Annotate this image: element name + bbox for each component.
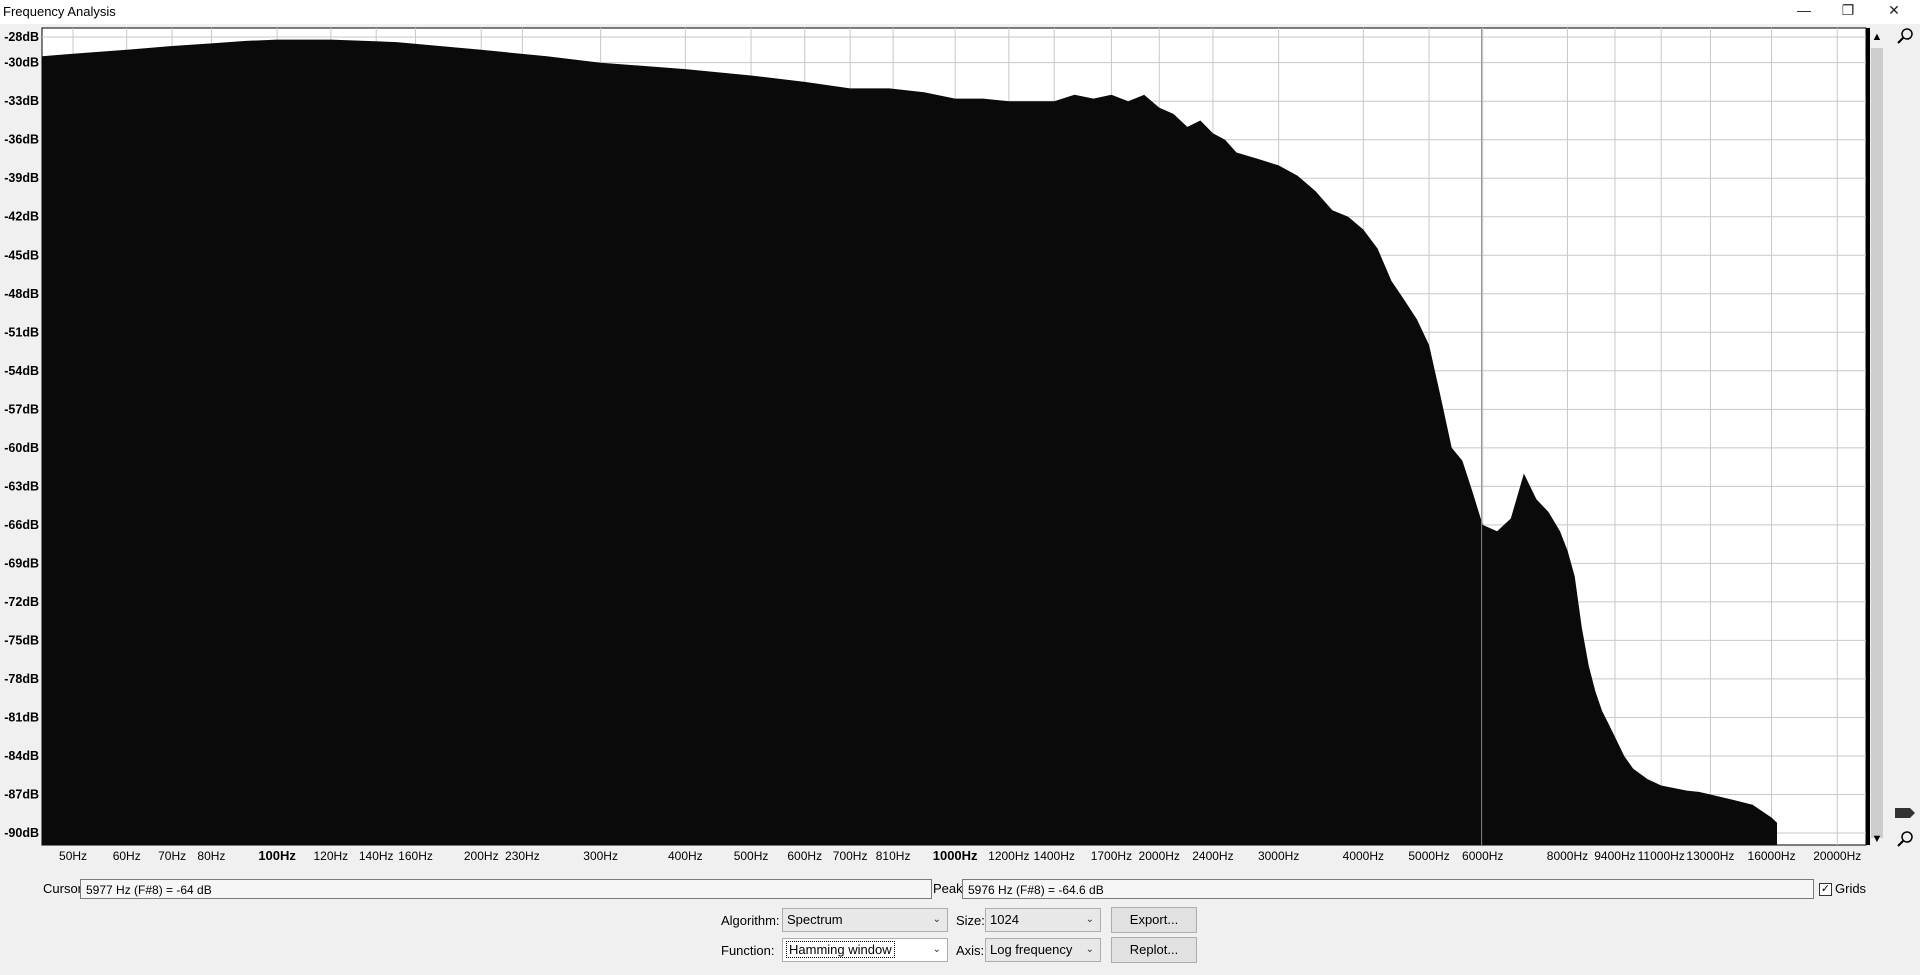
- chevron-down-icon: ⌄: [932, 914, 941, 925]
- algorithm-label: Algorithm:: [721, 913, 780, 928]
- plot-right-border: [1866, 28, 1870, 845]
- y-tick-label: -60dB: [4, 441, 39, 455]
- x-tick-label: 13000Hz: [1686, 849, 1734, 863]
- y-tick-label: -36dB: [4, 133, 39, 147]
- axis-label: Axis:: [956, 943, 985, 958]
- y-tick-label: -66dB: [4, 518, 39, 532]
- x-tick-label: 200Hz: [464, 849, 499, 863]
- zoom-slider-handle[interactable]: [1895, 808, 1915, 818]
- x-tick-label: 500Hz: [734, 849, 769, 863]
- y-tick-label: -63dB: [4, 479, 39, 493]
- x-tick-label: 160Hz: [398, 849, 433, 863]
- x-tick-label: 230Hz: [505, 849, 540, 863]
- x-tick-label: 810Hz: [876, 849, 911, 863]
- y-tick-label: -90dB: [4, 826, 39, 840]
- y-tick-label: -42dB: [4, 210, 39, 224]
- x-tick-label: 6000Hz: [1462, 849, 1503, 863]
- title-bar: Frequency Analysis — ❐ ✕: [0, 0, 1920, 24]
- axis-select[interactable]: Log frequency ⌄: [985, 938, 1101, 962]
- y-tick-label: -69dB: [4, 556, 39, 570]
- chevron-down-icon: ⌄: [1085, 944, 1094, 955]
- y-axis: -28dB -30dB -33dB -36dB -39dB -42dB -45dB -48dB…: [4, 30, 39, 840]
- window-title: Frequency Analysis: [3, 4, 116, 19]
- scroll-up-icon[interactable]: ▲: [1872, 31, 1883, 43]
- x-tick-label: 2000Hz: [1139, 849, 1180, 863]
- function-label: Function:: [721, 943, 775, 958]
- y-tick-label: -72dB: [4, 595, 39, 609]
- x-tick-label: 11000Hz: [1638, 849, 1685, 863]
- peak-readout-field: 5976 Hz (F#8) = -64.6 dB: [962, 879, 1814, 899]
- y-tick-label: -30dB: [4, 56, 39, 70]
- x-tick-label: 120Hz: [313, 849, 348, 863]
- y-tick-label: -54dB: [4, 364, 39, 378]
- x-tick-label: 4000Hz: [1343, 849, 1384, 863]
- export-button[interactable]: Export...: [1111, 907, 1197, 933]
- size-value: 1024: [990, 912, 1019, 927]
- zoom-out-icon[interactable]: [1897, 831, 1913, 847]
- x-tick-label: 8000Hz: [1547, 849, 1588, 863]
- x-tick-label: 20000Hz: [1813, 849, 1861, 863]
- y-tick-label: -39dB: [4, 171, 39, 185]
- scroll-down-icon[interactable]: ▼: [1872, 833, 1883, 845]
- x-tick-label: 16000Hz: [1748, 849, 1796, 863]
- y-tick-label: -57dB: [4, 402, 39, 416]
- y-tick-label: -45dB: [4, 248, 39, 262]
- vertical-scrollbar[interactable]: [1871, 48, 1883, 838]
- x-tick-label: 3000Hz: [1258, 849, 1299, 863]
- x-tick-label: 1000Hz: [933, 848, 978, 863]
- y-tick-label: -33dB: [4, 94, 39, 108]
- spectrum-chart[interactable]: -28dB -30dB -33dB -36dB -39dB -42dB -45dB -48dB…: [0, 24, 1920, 879]
- close-icon[interactable]: ✕: [1876, 0, 1912, 22]
- x-tick-label: 1200Hz: [988, 849, 1029, 863]
- x-tick-label: 50Hz: [59, 849, 87, 863]
- x-tick-label: 400Hz: [668, 849, 703, 863]
- grids-label[interactable]: Grids: [1835, 881, 1866, 896]
- x-tick-label: 1400Hz: [1034, 849, 1075, 863]
- x-tick-label: 140Hz: [359, 849, 394, 863]
- x-tick-label: 100Hz: [258, 848, 296, 863]
- minimize-icon[interactable]: —: [1786, 0, 1822, 22]
- frequency-plot: -28dB -30dB -33dB -36dB -39dB -42dB -45dB -48dB…: [0, 24, 1920, 879]
- size-select[interactable]: 1024 ⌄: [985, 908, 1101, 932]
- grids-checkbox[interactable]: ✓: [1819, 883, 1832, 896]
- zoom-in-icon[interactable]: [1897, 28, 1913, 44]
- y-tick-label: -81dB: [4, 710, 39, 724]
- replot-button[interactable]: Replot...: [1111, 937, 1197, 963]
- y-tick-label: -48dB: [4, 287, 39, 301]
- x-tick-label: 80Hz: [197, 849, 225, 863]
- cursor-readout-field: 5977 Hz (F#8) = -64 dB: [80, 879, 932, 899]
- y-tick-label: -84dB: [4, 749, 39, 763]
- x-tick-label: 600Hz: [787, 849, 822, 863]
- x-tick-label: 300Hz: [583, 849, 618, 863]
- axis-value: Log frequency: [990, 942, 1073, 957]
- y-tick-label: -51dB: [4, 325, 39, 339]
- y-tick-label: -87dB: [4, 787, 39, 801]
- y-tick-label: -75dB: [4, 633, 39, 647]
- y-tick-label: -28dB: [4, 30, 39, 44]
- function-value: Hamming window: [786, 941, 895, 958]
- restore-icon[interactable]: ❐: [1830, 0, 1866, 22]
- x-tick-label: 2400Hz: [1192, 849, 1233, 863]
- x-tick-label: 700Hz: [833, 849, 868, 863]
- chevron-down-icon: ⌄: [1085, 914, 1094, 925]
- x-axis: 50Hz 60Hz 70Hz 80Hz 100Hz 120Hz 140Hz 160Hz 200H…: [59, 848, 1861, 863]
- x-tick-label: 60Hz: [113, 849, 141, 863]
- x-tick-label: 70Hz: [158, 849, 186, 863]
- algorithm-value: Spectrum: [787, 912, 843, 927]
- x-tick-label: 9400Hz: [1594, 849, 1635, 863]
- x-tick-label: 1700Hz: [1091, 849, 1132, 863]
- y-tick-label: -78dB: [4, 672, 39, 686]
- size-label: Size:: [956, 913, 985, 928]
- algorithm-select[interactable]: Spectrum ⌄: [782, 908, 948, 932]
- x-tick-label: 5000Hz: [1408, 849, 1449, 863]
- chevron-down-icon: ⌄: [932, 944, 941, 955]
- function-select[interactable]: Hamming window ⌄: [782, 938, 948, 962]
